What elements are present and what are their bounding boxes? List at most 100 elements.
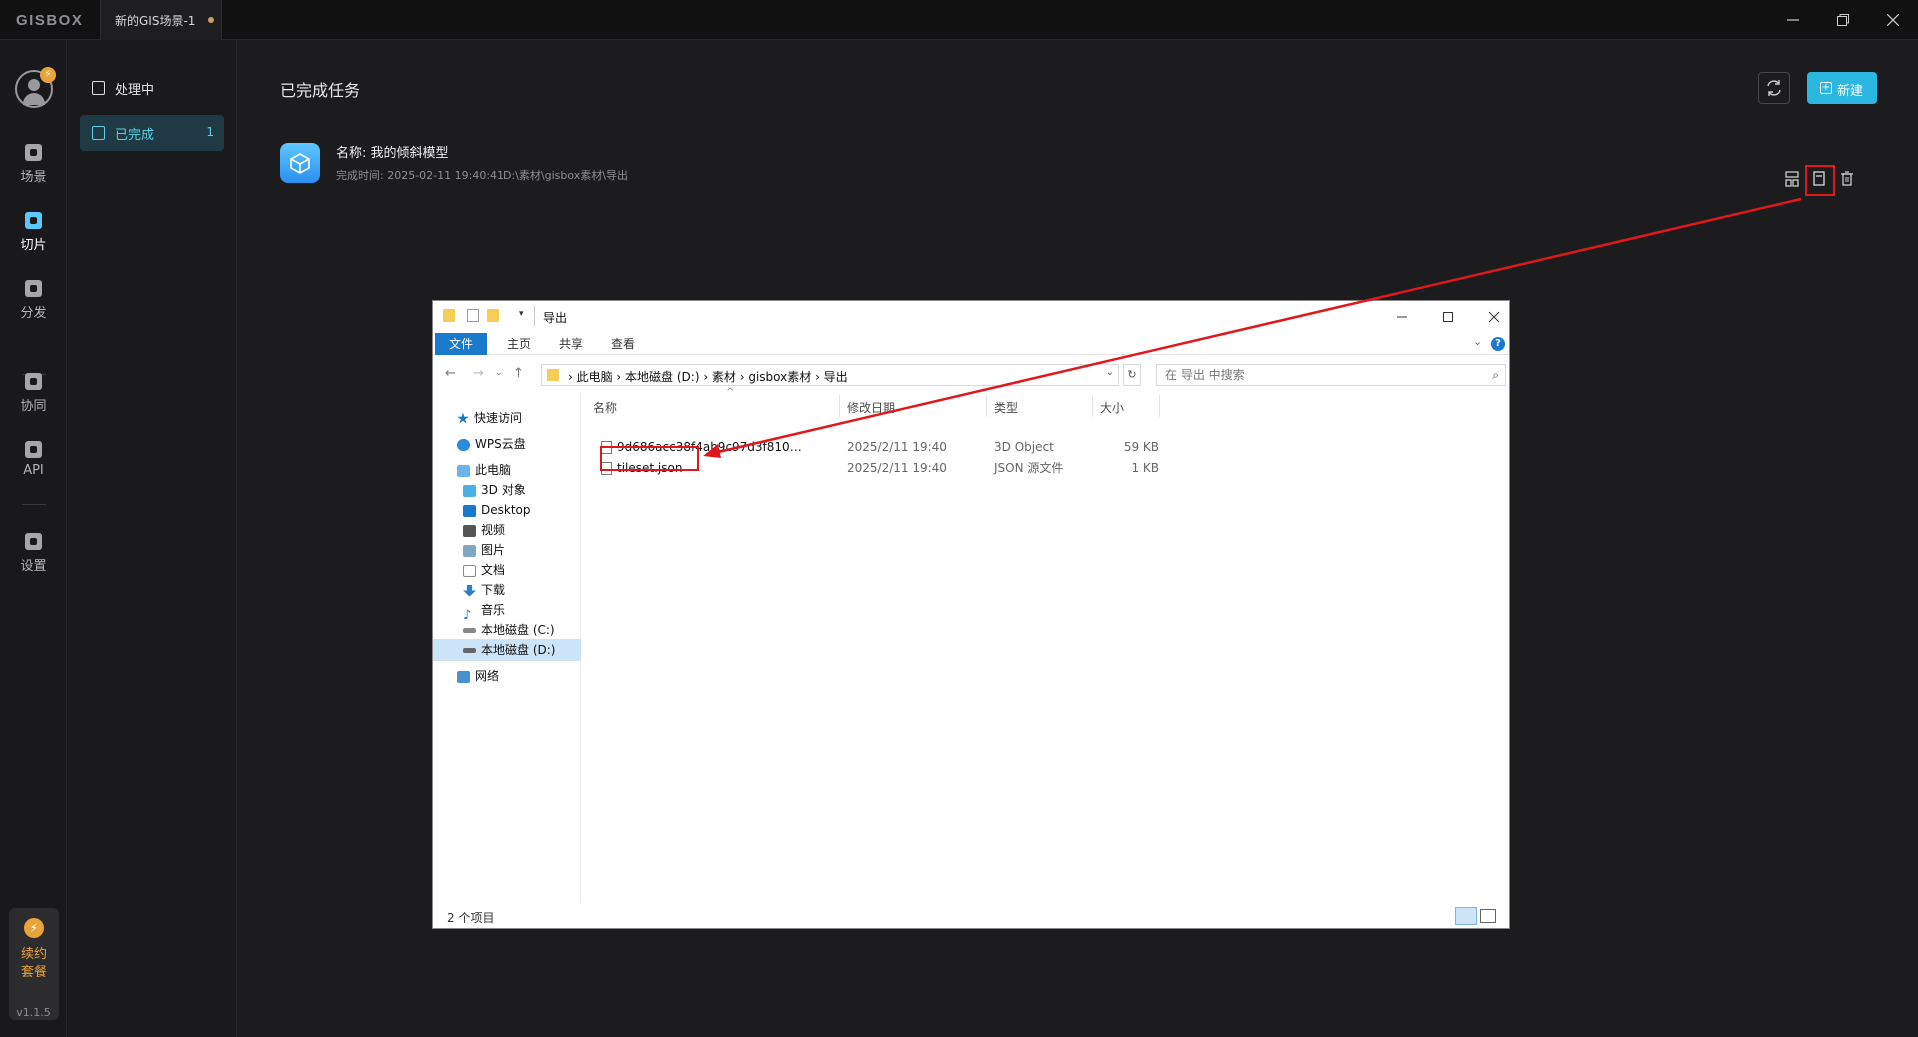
subnav-completed[interactable]: 已完成 1: [80, 115, 224, 151]
address-bar[interactable]: › 此电脑 › 本地磁盘 (D:) › 素材 › gisbox素材 › 导出 ⌄: [541, 364, 1119, 386]
model-cube-icon: [280, 143, 320, 183]
help-icon[interactable]: ?: [1491, 337, 1505, 351]
file-size: 59 KB: [1123, 440, 1159, 454]
column-separator: [986, 395, 987, 417]
rail-item-tile[interactable]: 切片: [0, 208, 67, 262]
tree-label: WPS云盘: [475, 437, 526, 451]
sort-caret-icon: ^: [726, 387, 735, 398]
tree-item-documents[interactable]: 文档: [433, 559, 581, 581]
distribute-icon: [25, 280, 42, 297]
unsaved-dot-icon: [208, 17, 214, 23]
minimize-button[interactable]: [1770, 0, 1816, 40]
tree-item-3d-objects[interactable]: 3D 对象: [433, 479, 581, 501]
file-explorer-window: ▾ 导出 文件 主页 共享 查看 ⌄ ? ← → ⌄ ↑ › 此电脑 › 本地磁…: [432, 300, 1510, 929]
completed-count-badge: 1: [206, 125, 214, 139]
subnav-completed-label: 已完成: [115, 128, 155, 143]
tree-item-this-pc[interactable]: 此电脑: [433, 459, 581, 481]
rail-item-settings[interactable]: 设置: [0, 529, 67, 583]
task-output-path: D:\素材\gisbox素材\导出: [503, 169, 628, 182]
star-icon: [457, 412, 469, 424]
delete-task-button[interactable]: [1835, 167, 1859, 191]
tab-file[interactable]: 文件: [435, 333, 487, 355]
version-label: v1.1.5: [16, 1006, 51, 1019]
api-icon: [25, 441, 42, 458]
new-task-button[interactable]: + 新建: [1807, 72, 1877, 104]
view-mode-buttons: [1455, 907, 1501, 925]
explorer-minimize-button[interactable]: [1387, 307, 1417, 327]
tree-item-wps[interactable]: WPS云盘: [433, 433, 581, 455]
subnav-processing[interactable]: 处理中: [80, 70, 224, 106]
drive-icon: [463, 648, 476, 653]
maximize-icon: [1443, 312, 1453, 322]
explorer-maximize-button[interactable]: [1433, 307, 1463, 327]
close-button[interactable]: [1870, 0, 1916, 40]
rail-item-collab[interactable]: 协同: [0, 369, 67, 423]
forward-arrow-icon[interactable]: →: [473, 366, 484, 381]
rail-item-scene[interactable]: 场景: [0, 140, 67, 194]
tab-view[interactable]: 查看: [597, 333, 649, 355]
tree-item-music[interactable]: ♪ 音乐: [433, 599, 581, 623]
title-bar: GISBOX 新的GIS场景-1: [0, 0, 1918, 40]
column-header-name[interactable]: 名称: [593, 399, 617, 416]
large-icons-view-icon[interactable]: [1480, 909, 1496, 923]
navigation-pane: 快速访问 WPS云盘 此电脑 3D 对象 Desktop 视频 图片 文档 下载…: [433, 393, 581, 903]
view-scene-button[interactable]: [1780, 167, 1804, 191]
download-icon: [463, 584, 476, 597]
explorer-close-button[interactable]: [1479, 307, 1509, 327]
rail-item-distribute[interactable]: 分发: [0, 276, 67, 330]
avatar-body-icon: [23, 93, 45, 105]
minimize-icon: [1787, 19, 1799, 21]
rail-item-label: API: [23, 463, 44, 478]
tree-item-videos[interactable]: 视频: [433, 519, 581, 541]
plus-icon: +: [1820, 82, 1832, 94]
document-icon: [92, 81, 105, 95]
tab-share[interactable]: 共享: [545, 333, 597, 355]
tab-home[interactable]: 主页: [493, 333, 545, 355]
tree-item-network[interactable]: 网络: [433, 665, 581, 687]
renew-plan-button[interactable]: ⚡ 续约 套餐: [9, 908, 59, 1020]
tree-label: 文档: [481, 563, 506, 577]
properties-icon[interactable]: [467, 309, 479, 322]
tree-item-drive-c[interactable]: 本地磁盘 (C:): [433, 619, 581, 641]
tree-label: 快速访问: [474, 411, 523, 425]
explorer-title-bar: ▾ 导出: [433, 301, 1509, 333]
tree-item-pictures[interactable]: 图片: [433, 539, 581, 561]
tree-item-quick-access[interactable]: 快速访问: [433, 407, 581, 429]
column-header-type[interactable]: 类型: [994, 399, 1018, 416]
column-header-size[interactable]: 大小: [1100, 399, 1124, 416]
expand-ribbon-icon[interactable]: ⌄: [1473, 335, 1482, 348]
address-dropdown-icon[interactable]: ⌄: [1106, 367, 1114, 378]
restore-button[interactable]: [1820, 0, 1866, 40]
rail-item-label: 场景: [20, 170, 47, 185]
task-name: 名称: 我的倾斜模型: [336, 146, 449, 161]
back-arrow-icon[interactable]: ←: [445, 366, 456, 381]
computer-icon: [457, 464, 470, 477]
tree-label: 音乐: [481, 603, 506, 617]
refresh-button[interactable]: [1758, 72, 1790, 104]
details-view-icon[interactable]: [1455, 907, 1477, 925]
tree-item-desktop[interactable]: Desktop: [433, 499, 581, 521]
title-divider: [534, 306, 535, 326]
column-header-modified[interactable]: 修改日期: [847, 399, 895, 416]
close-icon: [1887, 14, 1899, 26]
up-arrow-icon[interactable]: ↑: [513, 366, 524, 381]
rail-item-label: 分发: [20, 306, 47, 321]
restore-icon: [1837, 14, 1849, 26]
breadcrumb[interactable]: › 此电脑 › 本地磁盘 (D:) › 素材 › gisbox素材 › 导出: [568, 368, 848, 385]
explorer-refresh-button[interactable]: ↻: [1123, 364, 1141, 386]
search-input[interactable]: 在 导出 中搜索 ⌕: [1156, 364, 1506, 386]
page-title: 已完成任务: [280, 81, 361, 100]
rail-item-label: 切片: [20, 238, 47, 253]
tree-item-drive-d[interactable]: 本地磁盘 (D:): [433, 639, 581, 661]
cloud-icon: [457, 438, 470, 451]
new-folder-icon[interactable]: [487, 309, 499, 322]
document-tab[interactable]: 新的GIS场景-1: [100, 0, 222, 40]
network-icon: [457, 670, 470, 683]
tree-item-downloads[interactable]: 下载: [433, 579, 581, 601]
tree-label: 本地磁盘 (C:): [481, 623, 555, 637]
rail-item-api[interactable]: API: [0, 437, 67, 491]
customize-toolbar-icon[interactable]: ▾: [519, 309, 524, 319]
recent-chevron-icon[interactable]: ⌄: [495, 368, 503, 378]
subnav-processing-label: 处理中: [115, 83, 155, 98]
trash-icon: [1841, 171, 1853, 186]
